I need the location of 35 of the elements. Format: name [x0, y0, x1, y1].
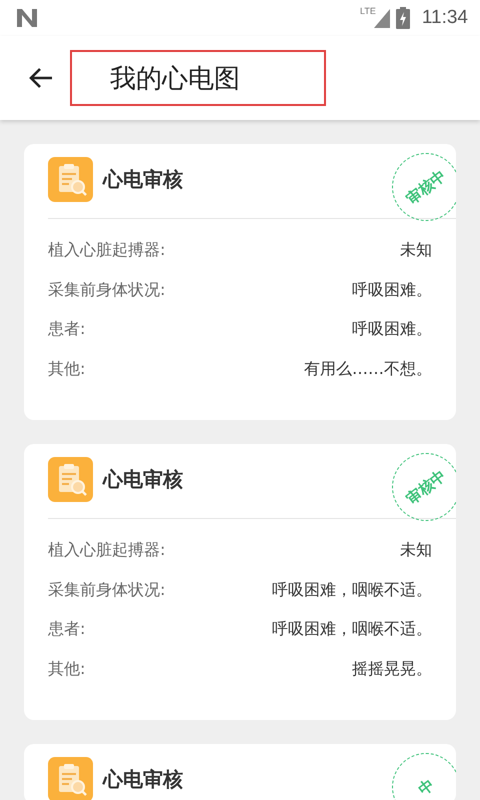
field-label: 采集前身体状况:	[48, 280, 166, 301]
field-label: 采集前身体状况:	[48, 580, 166, 601]
card-title: 心电审核	[103, 166, 183, 192]
clipboard-search-icon	[48, 756, 93, 800]
page-title: 我的心电图	[110, 62, 240, 96]
field-value: 呼吸困难。	[352, 319, 432, 340]
battery-icon	[396, 7, 410, 29]
network-type: LTE	[360, 6, 376, 16]
field-label: 患者:	[48, 319, 86, 340]
field-value: 未知	[400, 540, 432, 562]
field-label: 患者:	[48, 619, 86, 640]
field-label: 植入心脏起搏器:	[48, 540, 166, 562]
back-arrow-icon	[28, 66, 54, 90]
record-card[interactable]: 心电审核 审核中 植入心脏起搏器: 未知 采集前身体状况: 呼吸困难，咽喉不适。 患者: 呼吸困难，咽喉不适。 其他: 摇摇晃晃。	[24, 444, 456, 720]
signal-icon	[374, 8, 390, 28]
field-value: 呼吸困难，咽喉不适。	[272, 580, 432, 601]
clipboard-search-icon	[48, 456, 93, 502]
stamp-text: 审核中	[402, 466, 450, 508]
field-value: 有用么……不想。	[304, 358, 432, 380]
clock-time: 11:34	[422, 7, 468, 29]
card-title: 心电审核	[103, 766, 183, 792]
field-value: 呼吸困难。	[352, 280, 432, 301]
record-card[interactable]: 心电审核 中	[24, 744, 456, 800]
stamp-text: 中	[414, 774, 438, 800]
field-label: 其他:	[48, 358, 86, 380]
field-value: 未知	[400, 240, 432, 262]
clipboard-search-icon	[48, 156, 93, 202]
field-value: 摇摇晃晃。	[352, 658, 432, 680]
stamp-text: 审核中	[402, 166, 450, 208]
record-card[interactable]: 心电审核 审核中 植入心脏起搏器: 未知 采集前身体状况: 呼吸困难。 患者: 呼吸困难。 其他: 有用么……不想。	[24, 144, 456, 420]
notification-logo-icon	[16, 8, 38, 28]
card-title: 心电审核	[103, 466, 183, 492]
field-label: 植入心脏起搏器:	[48, 240, 166, 262]
field-value: 呼吸困难，咽喉不适。	[272, 619, 432, 640]
field-label: 其他:	[48, 658, 86, 680]
